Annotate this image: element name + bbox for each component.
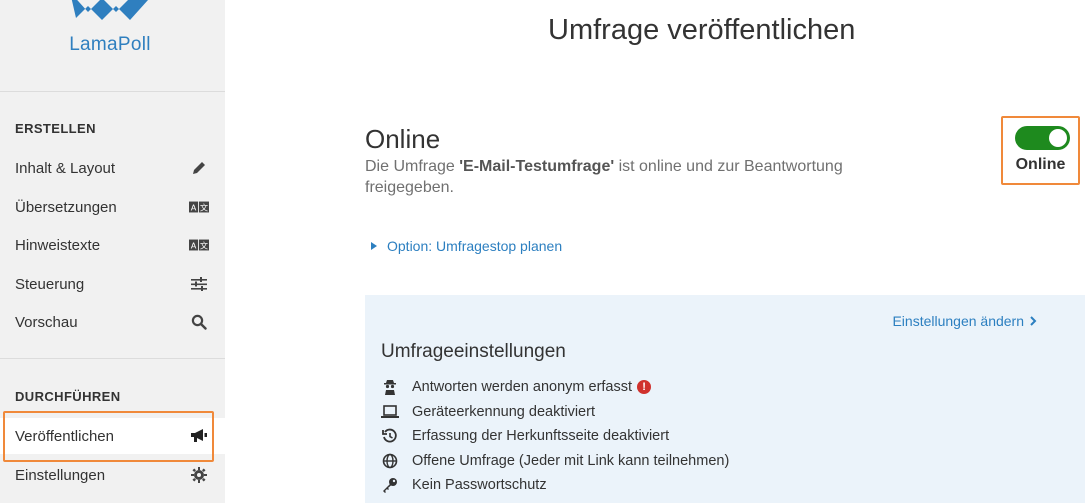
sidebar-item-label: Einstellungen: [15, 466, 106, 484]
sidebar-divider: [0, 358, 225, 359]
publish-highlight: [3, 411, 214, 462]
sidebar-item-content-layout[interactable]: Inhalt & Layout: [0, 150, 225, 186]
change-settings-link[interactable]: Einstellungen ändern: [892, 313, 1037, 329]
sidebar-item-control[interactable]: Steuerung: [0, 266, 225, 302]
settings-list: Antworten werden anonym erfasst ! Geräte…: [381, 375, 729, 498]
sidebar-item-hints[interactable]: Hinweistexte A文: [0, 227, 225, 263]
history-icon: [381, 428, 399, 444]
warning-icon[interactable]: !: [637, 380, 652, 395]
list-item: Antworten werden anonym erfasst !: [381, 375, 729, 400]
option-link-label: Option: Umfragestop planen: [387, 238, 563, 254]
settings-panel: Einstellungen ändern Umfrageeinstellunge…: [365, 295, 1085, 503]
sidebar-item-label: Vorschau: [15, 313, 78, 331]
spy-icon: [381, 379, 399, 396]
schedule-stop-link[interactable]: Option: Umfragestop planen: [371, 238, 562, 254]
globe-icon: [381, 453, 399, 469]
svg-text:A: A: [191, 203, 197, 213]
sidebar-item-label: Inhalt & Layout: [15, 159, 116, 177]
setting-label: Kein Passwortschutz: [412, 477, 547, 494]
sidebar-item-translations[interactable]: Übersetzungen A文: [0, 189, 225, 225]
change-settings-label: Einstellungen ändern: [892, 313, 1024, 329]
list-item: Offene Umfrage (Jeder mit Link kann teil…: [381, 449, 729, 474]
online-toggle[interactable]: [1015, 126, 1070, 150]
setting-label: Antworten werden anonym erfasst: [412, 379, 633, 396]
svg-text:文: 文: [200, 241, 208, 251]
setting-label: Offene Umfrage (Jeder mit Link kann teil…: [412, 452, 730, 469]
sidebar-item-label: Hinweistexte: [15, 236, 101, 254]
sidebar-item-settings[interactable]: Einstellungen: [0, 457, 225, 493]
sidebar-item-label: Übersetzungen: [15, 198, 117, 216]
online-toggle-highlight: Online: [1001, 116, 1080, 185]
svg-text:文: 文: [200, 203, 208, 213]
svg-text:A: A: [191, 241, 197, 251]
caret-right-icon: [371, 242, 377, 250]
brand-name: LamaPoll: [69, 34, 151, 55]
laptop-icon: [381, 404, 399, 420]
sliders-icon: [189, 275, 209, 293]
pencil-icon: [189, 159, 209, 177]
list-item: Geräteerkennung deaktiviert: [381, 400, 729, 425]
settings-title: Umfrageeinstellungen: [381, 341, 566, 362]
list-item: Kein Passwortschutz: [381, 473, 729, 498]
survey-name: 'E-Mail-Testumfrage': [459, 158, 615, 175]
translate-icon: A文: [189, 236, 209, 254]
status-desc-prefix: Die Umfrage: [365, 158, 460, 175]
setting-label: Erfassung der Herkunftsseite deaktiviert: [412, 428, 670, 445]
sidebar-item-label: Steuerung: [15, 275, 85, 293]
section-erstellen: ERSTELLEN: [15, 121, 96, 136]
sidebar: LamaPoll ERSTELLEN Inhalt & Layout Übers…: [0, 0, 225, 503]
status-heading: Online: [365, 124, 441, 154]
status-description: Die Umfrage 'E-Mail-Testumfrage' ist onl…: [365, 156, 925, 198]
search-icon: [189, 313, 209, 331]
page-title: Umfrage veröffentlichen: [548, 14, 856, 46]
toggle-knob: [1049, 129, 1067, 147]
chevron-right-icon: [1030, 316, 1037, 326]
logo[interactable]: LamaPoll: [0, 0, 225, 92]
gear-icon: [189, 466, 209, 484]
list-item: Erfassung der Herkunftsseite deaktiviert: [381, 424, 729, 449]
translate-icon: A文: [189, 198, 209, 216]
sidebar-item-preview[interactable]: Vorschau: [0, 304, 225, 340]
toggle-label: Online: [1015, 156, 1066, 173]
section-durchfuehren: DURCHFÜHREN: [15, 389, 121, 404]
setting-label: Geräteerkennung deaktiviert: [412, 403, 595, 420]
lamapoll-logo-icon: [71, 0, 148, 20]
key-icon: [381, 477, 399, 494]
